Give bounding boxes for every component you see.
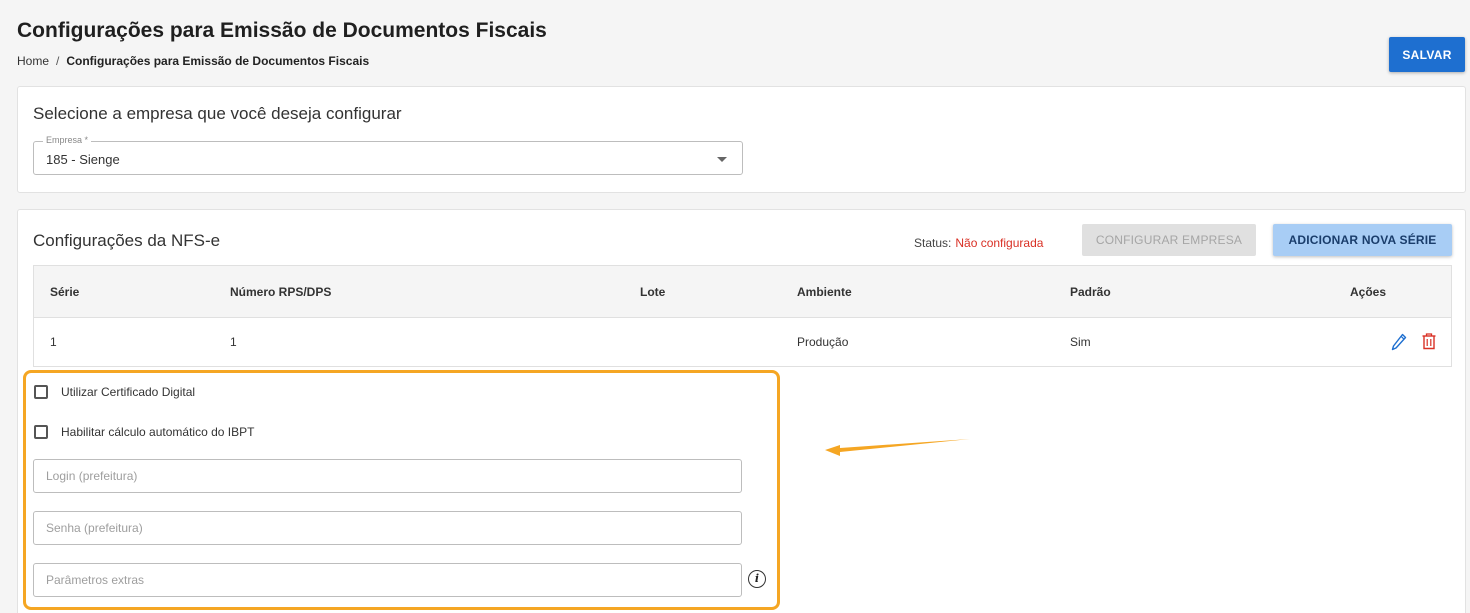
save-button[interactable]: SALVAR [1389,37,1465,72]
cell-serie: 1 [50,335,57,349]
company-select-value: 185 - Sienge [46,152,120,167]
breadcrumb-current: Configurações para Emissão de Documentos… [66,54,370,68]
add-series-button[interactable]: ADICIONAR NOVA SÉRIE [1273,224,1452,256]
header-lote: Lote [640,284,666,299]
table-header: Série Número RPS/DPS Lote Ambiente Padrã… [34,266,1451,318]
company-card-title: Selecione a empresa que você deseja conf… [33,104,402,123]
configure-company-button[interactable]: CONFIGURAR EMPRESA [1082,224,1256,256]
caret-down-icon[interactable] [717,157,727,162]
cell-numero: 1 [230,335,237,349]
company-card: Selecione a empresa que você deseja conf… [17,86,1466,193]
breadcrumb: Home / Configurações para Emissão de Docum… [17,54,369,68]
status-label: Status: [914,236,952,250]
nfse-card-title: Configurações da NFS-e [33,231,221,250]
header-ambiente: Ambiente [797,284,852,299]
cell-ambiente: Produção [797,335,849,349]
header-numero: Número RPS/DPS [230,284,332,299]
breadcrumb-home[interactable]: Home [17,54,49,68]
cell-padrao: Sim [1070,335,1091,349]
company-select-label: Empresa * [43,135,92,145]
breadcrumb-separator: / [56,54,60,68]
header-padrao: Padrão [1070,284,1111,299]
header-acoes: Ações [1350,284,1387,299]
highlight-box [23,370,780,610]
pencil-icon[interactable] [1391,333,1407,351]
series-table: Série Número RPS/DPS Lote Ambiente Padrã… [33,265,1452,367]
status-indicator: Status: Não configurada [914,236,1043,250]
header-serie: Série [50,284,80,299]
arrow-icon [825,439,970,456]
company-select[interactable]: Empresa * 185 - Sienge [33,135,743,175]
trash-icon[interactable] [1421,332,1437,350]
table-row: 1 1 Produção Sim [34,318,1451,366]
page-title: Configurações para Emissão de Documentos… [17,19,547,42]
status-badge: Não configurada [955,236,1044,250]
